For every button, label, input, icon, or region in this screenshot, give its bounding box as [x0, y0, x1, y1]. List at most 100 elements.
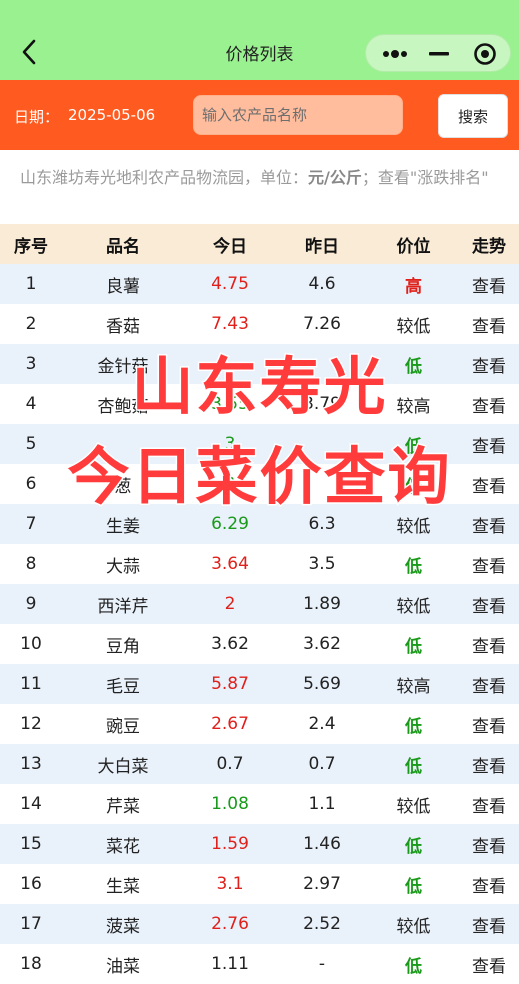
trend-view-link[interactable]: 查看: [459, 792, 519, 817]
cell-yesterday: 5.69: [303, 674, 341, 694]
cell-level: 低: [405, 556, 422, 577]
date-label: 日期：: [14, 108, 60, 126]
cell-name: 大蒜: [106, 556, 140, 577]
cell-name: 油菜: [106, 956, 140, 977]
trend-view-link[interactable]: 查看: [459, 312, 519, 337]
target-close-icon[interactable]: [464, 35, 506, 73]
table-row: 1 良薯 4.75 4.6 高 查看: [0, 264, 519, 304]
cell-level: 较低: [396, 316, 431, 337]
cell-name: 毛豆: [106, 676, 140, 697]
cell-today: 6.29: [211, 514, 249, 534]
cell-name: 大白菜: [97, 756, 149, 777]
cell-no: 11: [20, 674, 42, 694]
table-row: 15 菜花 1.59 1.46 低 查看: [0, 824, 519, 864]
cell-yesterday: -: [318, 954, 326, 974]
cell-level: 低: [405, 716, 422, 737]
table-row: 10 豆角 3.62 3.62 低 查看: [0, 624, 519, 664]
overlay-title-line-2: 今日菜价查询: [66, 439, 452, 515]
cell-yesterday: 0.7: [308, 754, 336, 774]
cell-name: 豌豆: [106, 716, 140, 737]
cell-yesterday: 7.26: [303, 314, 341, 334]
cell-level: 低: [405, 636, 422, 657]
search-button[interactable]: 搜索: [438, 94, 508, 138]
cell-level: 低: [405, 956, 422, 977]
cell-level: 较低: [396, 916, 431, 937]
cell-name: 生菜: [106, 876, 140, 897]
cell-today: 5.87: [211, 674, 249, 694]
cell-name: 菜花: [106, 836, 140, 857]
table-row: 9 西洋芹 2 1.89 较低 查看: [0, 584, 519, 624]
search-bar: 日期： 2025-05-06 搜索: [0, 80, 519, 150]
trend-view-link[interactable]: 查看: [459, 752, 519, 777]
trend-view-link[interactable]: 查看: [459, 952, 519, 977]
cell-level: 较低: [396, 596, 431, 617]
cell-no: 13: [20, 754, 42, 774]
notice-ranking-link[interactable]: ；查看"涨跌排名": [362, 168, 489, 187]
header-trend: 走势: [472, 236, 506, 257]
cell-level: 低: [405, 756, 422, 777]
cell-no: 18: [20, 954, 42, 974]
table-row: 18 油菜 1.11 - 低 查看: [0, 944, 519, 984]
table-row: 8 大蒜 3.64 3.5 低 查看: [0, 544, 519, 584]
more-dots-icon[interactable]: [374, 35, 416, 73]
trend-view-link[interactable]: 查看: [459, 592, 519, 617]
trend-view-link[interactable]: 查看: [459, 912, 519, 937]
notice-text: 山东潍坊寿光地利农产品物流园，单位：元/公斤；查看"涨跌排名": [20, 164, 500, 192]
cell-name: 香菇: [106, 316, 140, 337]
overlay-title-line-1: 山东寿光: [130, 349, 388, 425]
trend-view-link[interactable]: 查看: [459, 712, 519, 737]
cell-no: 15: [20, 834, 42, 854]
header-name: 品名: [106, 236, 140, 257]
cell-today: 4.75: [211, 274, 249, 294]
cell-yesterday: 6.3: [308, 514, 336, 534]
trend-view-link[interactable]: 查看: [459, 272, 519, 297]
minimize-icon[interactable]: [418, 35, 460, 73]
cell-name: 西洋芹: [97, 596, 149, 617]
cell-no: 2: [25, 314, 37, 334]
notice-unit: 元/公斤: [308, 168, 362, 187]
trend-view-link[interactable]: 查看: [459, 872, 519, 897]
header-level: 价位: [396, 236, 431, 257]
table-header: 序号 品名 今日 昨日 价位 走势: [0, 224, 519, 264]
cell-yesterday: 2.52: [303, 914, 341, 934]
table-row: 14 芹菜 1.08 1.1 较低 查看: [0, 784, 519, 824]
table-row: 16 生菜 3.1 2.97 低 查看: [0, 864, 519, 904]
search-input[interactable]: [193, 95, 403, 135]
date-picker[interactable]: 2025-05-06: [68, 106, 155, 124]
cell-yesterday: 4.6: [308, 274, 336, 294]
cell-no: 16: [20, 874, 42, 894]
cell-no: 9: [25, 594, 37, 614]
cell-no: 14: [20, 794, 42, 814]
header-today: 今日: [213, 236, 247, 257]
cell-no: 10: [20, 634, 42, 654]
table-row: 11 毛豆 5.87 5.69 较高 查看: [0, 664, 519, 704]
header-yesterday: 昨日: [305, 236, 339, 257]
cell-level: 较低: [396, 796, 431, 817]
cell-yesterday: 1.46: [303, 834, 341, 854]
cell-no: 1: [25, 274, 37, 294]
trend-view-link[interactable]: 查看: [459, 632, 519, 657]
table-row: 12 豌豆 2.67 2.4 低 查看: [0, 704, 519, 744]
cell-level: 高: [405, 276, 422, 297]
cell-level: 低: [405, 836, 422, 857]
cell-name: 菠菜: [106, 916, 140, 937]
cell-no: 17: [20, 914, 42, 934]
cell-today: 1.59: [211, 834, 249, 854]
cell-today: 7.43: [211, 314, 249, 334]
header-no: 序号: [14, 236, 48, 257]
cell-yesterday: 2.97: [303, 874, 341, 894]
cell-today: 1.08: [211, 794, 249, 814]
cell-today: 2.76: [211, 914, 249, 934]
cell-level: 较高: [396, 676, 431, 697]
trend-view-link[interactable]: 查看: [459, 672, 519, 697]
table-row: 17 菠菜 2.76 2.52 较低 查看: [0, 904, 519, 944]
cell-today: 3.1: [216, 874, 244, 894]
cell-no: 7: [25, 514, 37, 534]
cell-level: 低: [405, 876, 422, 897]
trend-view-link[interactable]: 查看: [459, 832, 519, 857]
cell-yesterday: 1.89: [303, 594, 341, 614]
mini-program-capsule: [365, 34, 511, 72]
cell-today: 0.7: [216, 754, 244, 774]
trend-view-link[interactable]: 查看: [459, 552, 519, 577]
cell-yesterday: 1.1: [308, 794, 336, 814]
